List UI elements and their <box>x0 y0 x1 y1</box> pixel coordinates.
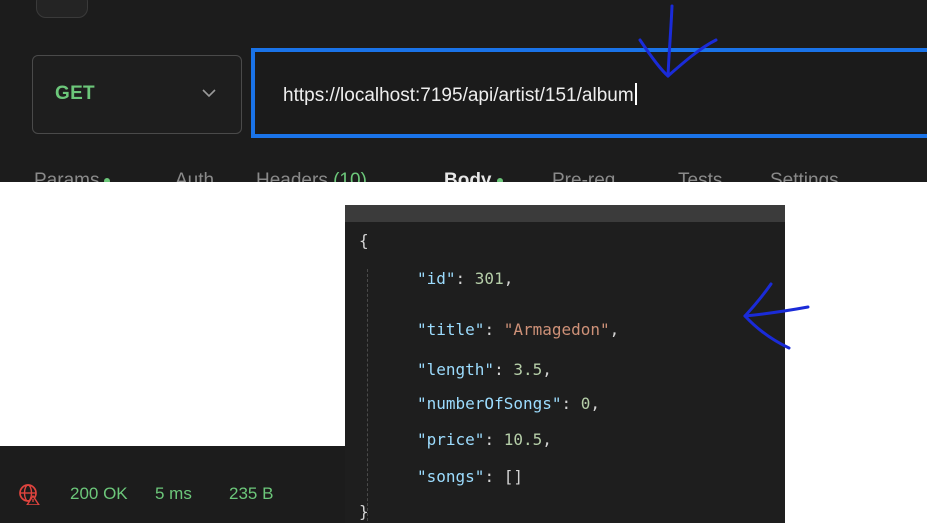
response-time[interactable]: 5 ms <box>155 484 192 504</box>
text-caret <box>634 83 637 105</box>
json-line-numberofsongs: "numberOfSongs": 0, <box>417 394 601 413</box>
json-open-brace: { <box>359 231 369 250</box>
tab-label: Params <box>34 170 100 182</box>
tab-label: Tests <box>678 170 723 182</box>
tab-params[interactable]: Params <box>34 170 111 182</box>
url-input[interactable]: https://localhost:7195/api/artist/151/al… <box>251 48 927 138</box>
method-label: GET <box>55 83 95 104</box>
tab-indicator-dot <box>104 177 111 182</box>
response-header-strip <box>345 205 785 222</box>
tab-body[interactable]: Body <box>444 170 503 182</box>
tab-settings[interactable]: Settings <box>770 170 839 182</box>
tab-label: Headers <box>256 170 334 182</box>
tab-pre-request[interactable]: Pre-req. <box>552 170 621 182</box>
json-line-id: "id": 301, <box>417 269 514 288</box>
chevron-down-icon <box>202 89 216 98</box>
json-line-price: "price": 10.5, <box>417 430 552 449</box>
globe-alert-icon[interactable] <box>18 483 40 505</box>
json-viewer[interactable]: { "id": 301, "title": "Armagedon", "leng… <box>345 222 785 523</box>
json-line-title: "title": "Armagedon", <box>417 320 620 339</box>
tab-label: Auth <box>175 170 215 182</box>
response-body-panel: { "id": 301, "title": "Armagedon", "leng… <box>345 205 785 523</box>
tab-label: Body <box>444 170 492 182</box>
request-bar: GET https://localhost:7195/api/artist/15… <box>0 0 927 182</box>
tab-label: Settings <box>770 170 839 182</box>
indent-guide <box>367 269 369 521</box>
url-text: https://localhost:7195/api/artist/151/al… <box>283 83 637 107</box>
tab-headers[interactable]: Headers (10) <box>256 170 367 182</box>
tab-label: Pre-req. <box>552 170 621 182</box>
json-line-length: "length": 3.5, <box>417 360 552 379</box>
tab-auth[interactable]: Auth <box>175 170 214 182</box>
response-size[interactable]: 235 B <box>229 484 273 504</box>
tab-indicator-dot <box>496 177 503 182</box>
json-line-songs: "songs": [] <box>417 467 523 486</box>
tab-count: (10) <box>333 170 367 182</box>
toolbar-button-partial[interactable] <box>36 0 88 18</box>
method-select[interactable]: GET <box>32 55 242 134</box>
json-close-brace: } <box>359 502 369 521</box>
status-code[interactable]: 200 OK <box>70 484 128 504</box>
url-value: https://localhost:7195/api/artist/151/al… <box>283 85 634 106</box>
tab-tests[interactable]: Tests <box>678 170 722 182</box>
